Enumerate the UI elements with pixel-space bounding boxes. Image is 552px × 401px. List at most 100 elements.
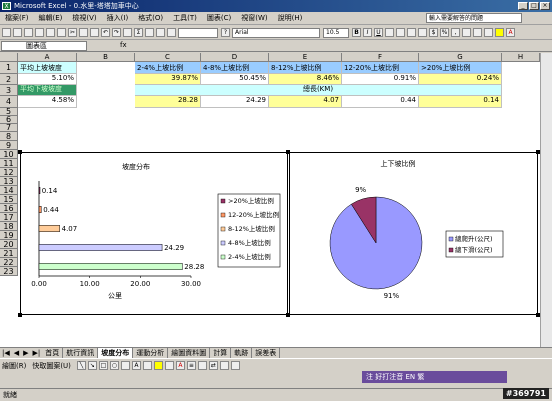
tab-flight-info[interactable]: 航行資訊: [63, 347, 99, 358]
menu-format[interactable]: 格式(O): [133, 12, 168, 25]
tab-last-icon[interactable]: ▶|: [31, 349, 43, 357]
resize-handle-tm[interactable]: [286, 150, 290, 154]
3d-icon[interactable]: [230, 361, 240, 370]
close-button[interactable]: ×: [540, 2, 550, 10]
tab-plot-data[interactable]: 繪圖資料圖: [168, 347, 211, 358]
cell-g2[interactable]: 0.24%: [419, 74, 502, 85]
cell-f2[interactable]: 0.91%: [342, 74, 419, 85]
tab-prev-icon[interactable]: ◀: [12, 349, 21, 357]
tab-track[interactable]: 軌跡: [231, 347, 253, 358]
font-name-select[interactable]: Arial: [232, 27, 320, 38]
autoshapes-menu[interactable]: 快取圖案(U): [32, 361, 71, 371]
cell-d2[interactable]: 50.45%: [201, 74, 269, 85]
line-icon[interactable]: ╲: [76, 361, 86, 370]
cell-d1[interactable]: 4-8%上坡比例: [201, 62, 269, 74]
drawing-icon[interactable]: [167, 28, 176, 37]
tab-error-table[interactable]: 誤差表: [252, 347, 281, 358]
help-search-input[interactable]: 輸入需要解答的問題: [426, 13, 522, 23]
cell-a4[interactable]: 4.58%: [18, 96, 77, 108]
redo-icon[interactable]: ↷: [112, 28, 121, 37]
draw-font-color-icon[interactable]: A: [175, 361, 185, 370]
comma-icon[interactable]: ,: [451, 28, 460, 37]
menu-edit[interactable]: 編輯(E): [34, 12, 68, 25]
minimize-button[interactable]: _: [518, 2, 528, 10]
clipart-icon[interactable]: [142, 361, 152, 370]
column-header-h[interactable]: H: [502, 53, 540, 62]
cell-c4[interactable]: 28.28: [135, 96, 201, 108]
bar-chart-area[interactable]: 坡度分布 0.14 0.44 4.07 24.29 28.28 0.00 10.00 20.00…: [20, 152, 288, 315]
cell-e4[interactable]: 4.07: [269, 96, 342, 108]
cell-e1[interactable]: 8-12%上坡比例: [269, 62, 342, 74]
vertical-scrollbar[interactable]: [540, 53, 552, 347]
cell-f4[interactable]: 0.44: [342, 96, 419, 108]
cell-e2[interactable]: 8.46%: [269, 74, 342, 85]
row-header-13[interactable]: 13: [0, 177, 18, 186]
bold-icon[interactable]: B: [352, 28, 361, 37]
row-header-3[interactable]: 3: [0, 85, 18, 96]
fill-color-icon[interactable]: [495, 28, 504, 37]
arrow-icon[interactable]: ↘: [87, 361, 97, 370]
preview-icon[interactable]: [46, 28, 55, 37]
tab-motion-analysis[interactable]: 運動分析: [133, 347, 169, 358]
draw-fill-icon[interactable]: [153, 361, 163, 370]
borders-icon[interactable]: [484, 28, 493, 37]
cell-c1[interactable]: 2-4%上坡比例: [135, 62, 201, 74]
resize-handle-bm[interactable]: [286, 313, 290, 317]
align-right-icon[interactable]: [407, 28, 416, 37]
paste-icon[interactable]: [90, 28, 99, 37]
autosum-icon[interactable]: Σ: [134, 28, 143, 37]
tab-calculation[interactable]: 計算: [210, 347, 232, 358]
cell-c2[interactable]: 39.87%: [135, 74, 201, 85]
rectangle-icon[interactable]: □: [98, 361, 108, 370]
cell-c3-merged[interactable]: 總長(KM): [135, 85, 502, 96]
tab-slope-distribution[interactable]: 坡度分布: [98, 347, 134, 358]
arrow-style-icon[interactable]: ⇄: [208, 361, 218, 370]
hyperlink-icon[interactable]: [123, 28, 132, 37]
cell-a3[interactable]: 平均下坡坡度: [18, 85, 77, 96]
decimal-icon[interactable]: [462, 28, 471, 37]
cell-g4[interactable]: 0.14: [419, 96, 502, 108]
menu-chart[interactable]: 圖表(C): [202, 12, 236, 25]
shadow-icon[interactable]: [219, 361, 229, 370]
tab-first-icon[interactable]: |◀: [0, 349, 12, 357]
maximize-button[interactable]: □: [529, 2, 539, 10]
indent-icon[interactable]: [473, 28, 482, 37]
copy-icon[interactable]: [79, 28, 88, 37]
pie-chart-area[interactable]: 上下坡比例 91% 9% 總爬升(公尺) 總下滑(公尺): [289, 152, 538, 315]
open-icon[interactable]: [13, 28, 22, 37]
cell-a1[interactable]: 平均上坡坡度: [18, 62, 77, 74]
row-header-7[interactable]: 7: [0, 124, 18, 132]
row-header-12[interactable]: 12: [0, 168, 18, 177]
function-icon[interactable]: fx: [120, 41, 127, 49]
percent-icon[interactable]: %: [440, 28, 449, 37]
name-box[interactable]: 圖表區: [1, 41, 87, 51]
cell-d4[interactable]: 24.29: [201, 96, 269, 108]
menu-help[interactable]: 說明(H): [273, 12, 308, 25]
row-header-16[interactable]: 16: [0, 204, 18, 213]
chart-wizard-icon[interactable]: [156, 28, 165, 37]
column-header-e[interactable]: E: [269, 53, 342, 62]
menu-tools[interactable]: 工具(T): [168, 12, 202, 25]
row-header-1[interactable]: 1: [0, 62, 18, 74]
row-header-14[interactable]: 14: [0, 186, 18, 195]
row-header-21[interactable]: 21: [0, 249, 18, 258]
row-header-11[interactable]: 11: [0, 159, 18, 168]
column-header-f[interactable]: F: [342, 53, 419, 62]
textbox-icon[interactable]: [120, 361, 130, 370]
row-header-2[interactable]: 2: [0, 74, 18, 85]
wordart-icon[interactable]: A: [131, 361, 141, 370]
cut-icon[interactable]: ✂: [68, 28, 77, 37]
row-header-9[interactable]: 9: [0, 141, 18, 150]
row-header-10[interactable]: 10: [0, 150, 18, 159]
worksheet-grid[interactable]: A B C D E F G H 1 2 3 4 5 6 7 8 9 10 11 12 13 14 15 16 1…: [0, 53, 540, 347]
row-header-20[interactable]: 20: [0, 240, 18, 249]
menu-view[interactable]: 檢視(V): [67, 12, 101, 25]
align-left-icon[interactable]: [385, 28, 394, 37]
row-header-23[interactable]: 23: [0, 267, 18, 276]
column-header-g[interactable]: G: [419, 53, 502, 62]
cell-g1[interactable]: >20%上坡比例: [419, 62, 502, 74]
column-header-c[interactable]: C: [135, 53, 201, 62]
resize-handle-bl[interactable]: [18, 313, 22, 317]
resize-handle-tl[interactable]: [18, 150, 22, 154]
currency-icon[interactable]: $: [429, 28, 438, 37]
